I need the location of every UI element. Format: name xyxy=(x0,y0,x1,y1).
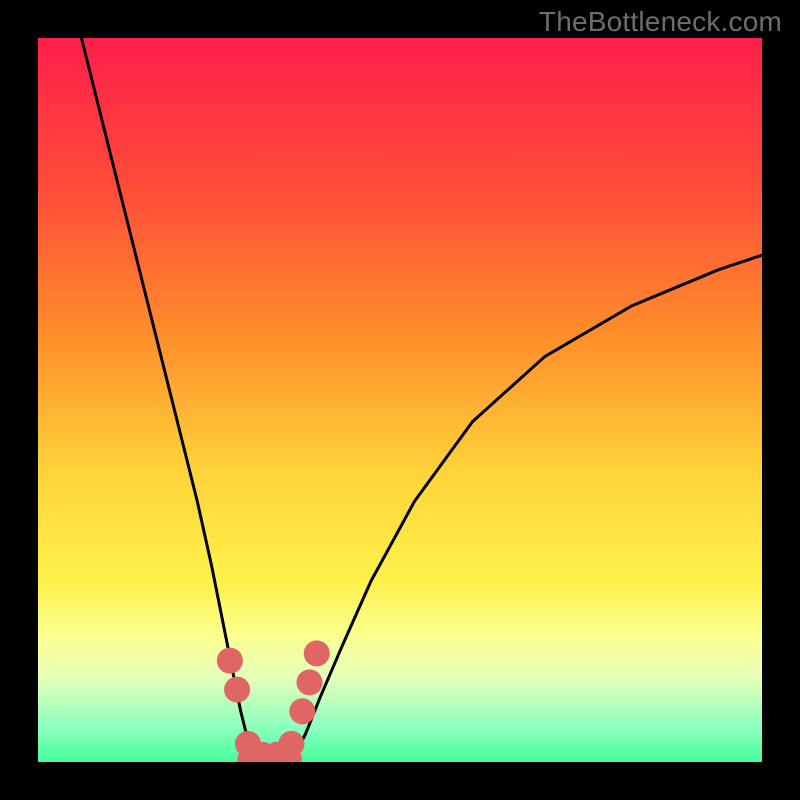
valley-marker-8 xyxy=(304,640,330,666)
plot-area xyxy=(38,38,762,762)
chart-frame: TheBottleneck.com xyxy=(0,0,800,800)
watermark-text: TheBottleneck.com xyxy=(539,6,782,38)
valley-marker-1 xyxy=(224,677,250,703)
valley-marker-5 xyxy=(278,731,304,757)
gradient-background xyxy=(38,38,762,762)
chart-svg xyxy=(38,38,762,762)
valley-marker-6 xyxy=(289,698,315,724)
valley-marker-7 xyxy=(296,669,322,695)
valley-marker-0 xyxy=(217,648,243,674)
